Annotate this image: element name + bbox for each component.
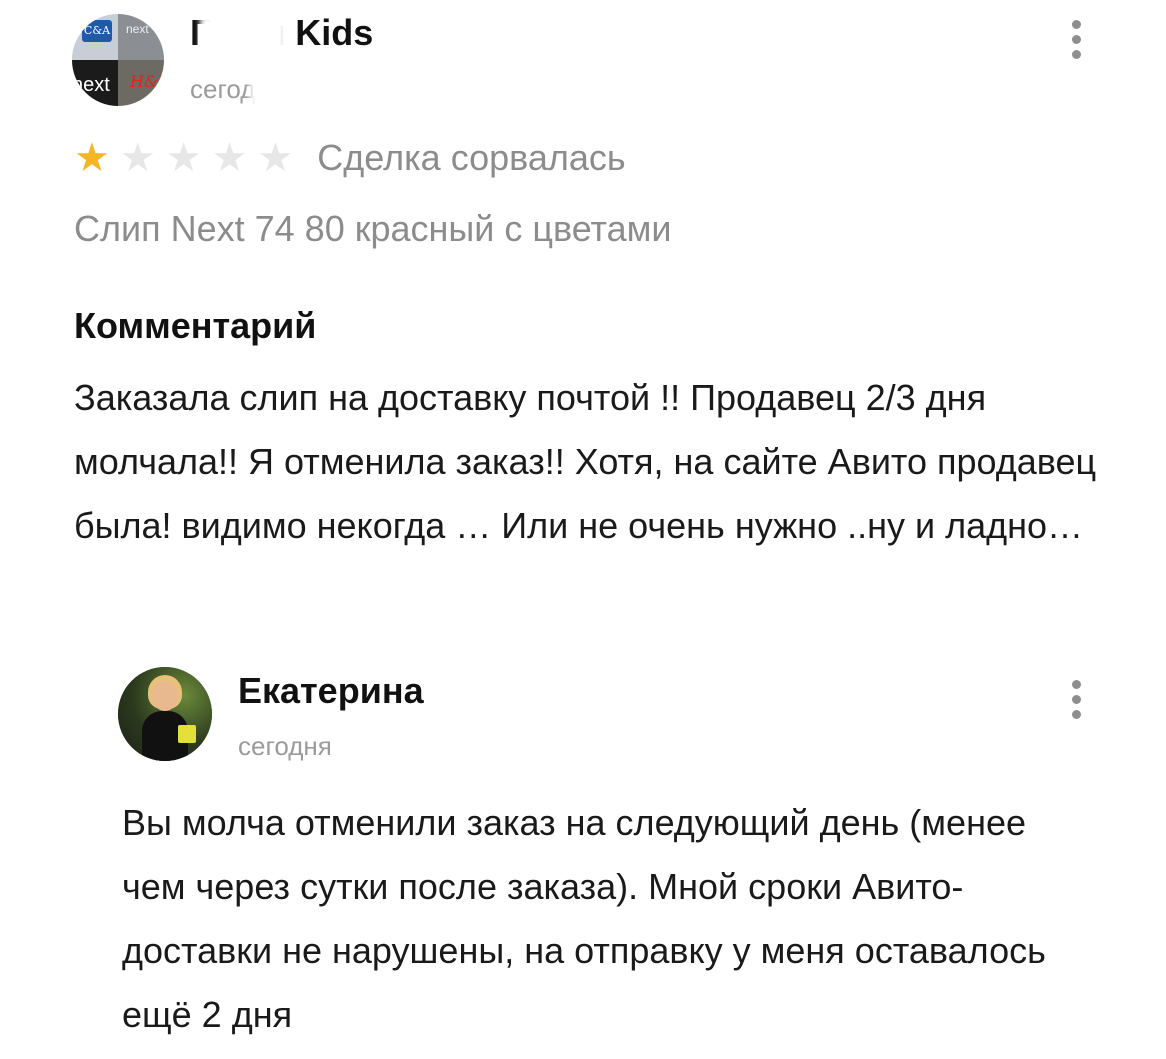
avatar-flower-pot: [178, 725, 196, 743]
comment-text: Заказала слип на доставку почтой !! Прод…: [74, 377, 1097, 546]
reply-author-name[interactable]: Екатерина: [238, 670, 424, 712]
store-avatar[interactable]: C&A next next H&M: [72, 14, 164, 106]
redaction-blur: [200, 16, 286, 56]
next-logo: next: [72, 74, 110, 96]
rating-row: ★ ★ ★ ★ ★ Сделка сорвалась: [74, 136, 626, 180]
star-icon: ★: [257, 135, 294, 181]
hm-logo: H&M: [130, 72, 164, 91]
menu-dot: [1071, 20, 1081, 29]
ca-logo: C&A: [82, 20, 112, 42]
item-title[interactable]: Слип Next 74 80 красный с цветами: [74, 208, 672, 250]
menu-dot: [1071, 710, 1081, 719]
star-icon: ★: [74, 135, 110, 181]
next-store-sign: next: [126, 22, 149, 36]
avatar-face: [152, 681, 178, 711]
star-icon: ★: [211, 135, 248, 181]
deal-status: Сделка сорвалась: [317, 137, 626, 178]
menu-dot: [1071, 50, 1081, 59]
avatar-quadrant: [118, 14, 164, 60]
reply-date: сегодня: [238, 731, 332, 761]
star-icon: ★: [165, 135, 202, 181]
comment-heading: Комментарий: [74, 305, 317, 346]
redaction-blur: [250, 78, 300, 106]
reply-menu-icon[interactable]: [1069, 680, 1083, 719]
star-icon: ★: [119, 135, 156, 181]
menu-dot: [1071, 695, 1081, 704]
review-menu-icon[interactable]: [1069, 20, 1083, 59]
reply-text: Вы молча отменили заказ на следующий ден…: [122, 802, 1046, 1035]
menu-dot: [1071, 680, 1081, 689]
reply-avatar[interactable]: [118, 667, 212, 761]
menu-dot: [1071, 35, 1081, 44]
